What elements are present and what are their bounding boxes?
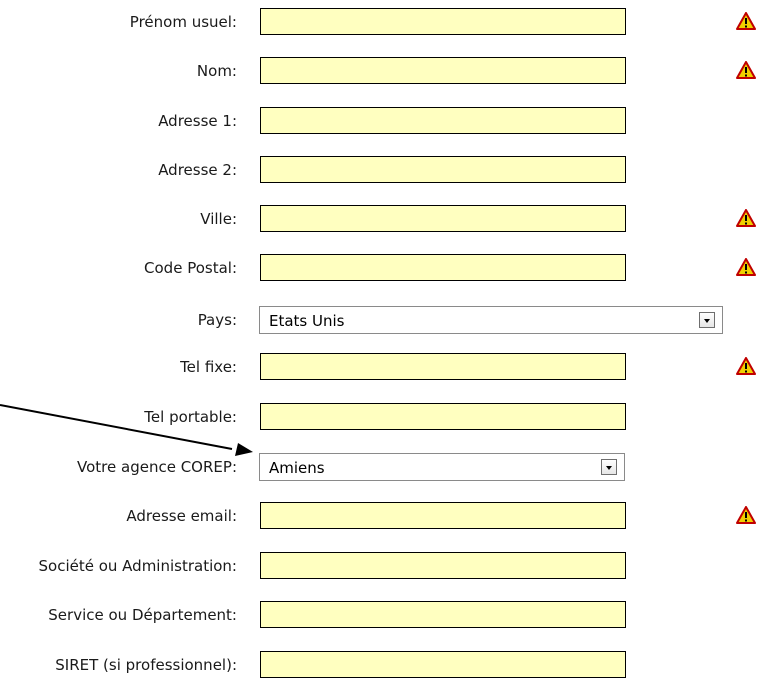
siret-input[interactable] — [260, 651, 626, 678]
agence-selected-value: Amiens — [269, 459, 325, 477]
agence-corep-select[interactable]: Amiens — [259, 453, 625, 481]
warning-icon — [736, 506, 756, 524]
form-row-tel-fixe: Tel fixe: — [0, 352, 767, 382]
service-input[interactable] — [260, 601, 626, 628]
form-row-siret: SIRET (si professionnel): — [0, 650, 767, 680]
form-row-pays: Pays: Etats Unis — [0, 305, 767, 335]
field-label: Votre agence COREP: — [77, 458, 237, 476]
field-label: Adresse email: — [126, 507, 237, 525]
form-row-ville: Ville: — [0, 204, 767, 234]
form-row-tel-portable: Tel portable: — [0, 402, 767, 432]
prenom-input[interactable] — [260, 8, 626, 35]
field-label: Adresse 1: — [158, 112, 237, 130]
pays-selected-value: Etats Unis — [269, 312, 345, 330]
field-label: Tel fixe: — [180, 358, 237, 376]
ville-input[interactable] — [260, 205, 626, 232]
field-label: Prénom usuel: — [129, 13, 237, 31]
email-input[interactable] — [260, 502, 626, 529]
societe-input[interactable] — [260, 552, 626, 579]
form-row-code-postal: Code Postal: — [0, 253, 767, 283]
field-label: Société ou Administration: — [38, 557, 238, 575]
warning-icon — [736, 258, 756, 276]
warning-icon — [736, 357, 756, 375]
field-label: Pays: — [197, 311, 237, 329]
form-row-adresse-2: Adresse 2: — [0, 155, 767, 185]
adresse-2-input[interactable] — [260, 156, 626, 183]
warning-icon — [736, 209, 756, 227]
form-row-adresse-email: Adresse email: — [0, 501, 767, 531]
chevron-down-icon[interactable] — [699, 312, 715, 328]
field-label: Adresse 2: — [158, 161, 237, 179]
tel-portable-input[interactable] — [260, 403, 626, 430]
field-label: Tel portable: — [144, 408, 237, 426]
warning-icon — [736, 61, 756, 79]
form-row-agence-corep: Votre agence COREP: Amiens — [0, 452, 767, 482]
form-row-service: Service ou Département: — [0, 600, 767, 630]
nom-input[interactable] — [260, 57, 626, 84]
chevron-down-icon[interactable] — [601, 459, 617, 475]
field-label: Nom: — [196, 62, 237, 80]
code-postal-input[interactable] — [260, 254, 626, 281]
form-row-nom: Nom: — [0, 56, 767, 86]
warning-icon — [736, 12, 756, 30]
form-row-adresse-1: Adresse 1: — [0, 106, 767, 136]
form-row-societe: Société ou Administration: — [0, 551, 767, 581]
field-label: Ville: — [200, 210, 237, 228]
field-label: Code Postal: — [144, 259, 237, 277]
form-row-prenom: Prénom usuel: — [0, 7, 767, 37]
tel-fixe-input[interactable] — [260, 353, 626, 380]
field-label: Service ou Département: — [48, 606, 237, 624]
pays-select[interactable]: Etats Unis — [259, 306, 723, 334]
field-label: SIRET (si professionnel): — [55, 656, 237, 674]
adresse-1-input[interactable] — [260, 107, 626, 134]
